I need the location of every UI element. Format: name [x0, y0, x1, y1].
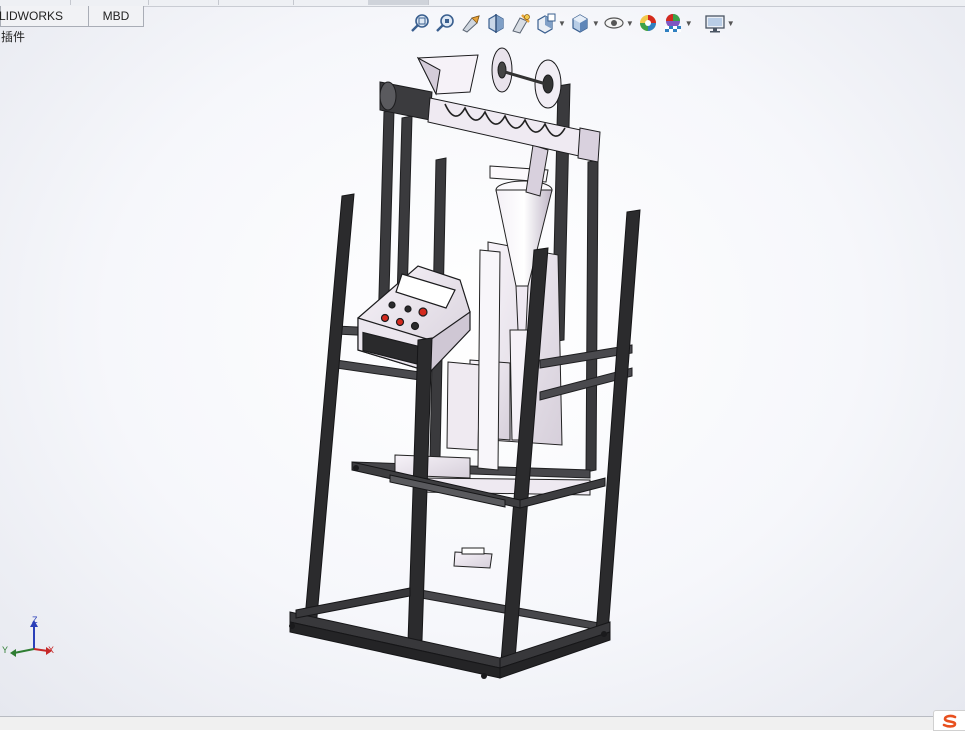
triad-z-label: Z: [32, 615, 38, 625]
graphics-viewport[interactable]: LIDWORKS 插件 MBD ▼ ▼ ▼ ▼ ▼ Z X Y: [0, 0, 965, 716]
status-bar: [0, 716, 965, 730]
triad-x-label: X: [48, 645, 54, 655]
reference-triad: Z X Y: [2, 615, 54, 657]
solidworks-logo-icon: [942, 714, 957, 728]
triad-y-label: Y: [2, 645, 8, 655]
packaging-machine-model[interactable]: [0, 0, 965, 716]
control-panel-box: [357, 265, 471, 374]
solidworks-logo: [933, 710, 965, 731]
